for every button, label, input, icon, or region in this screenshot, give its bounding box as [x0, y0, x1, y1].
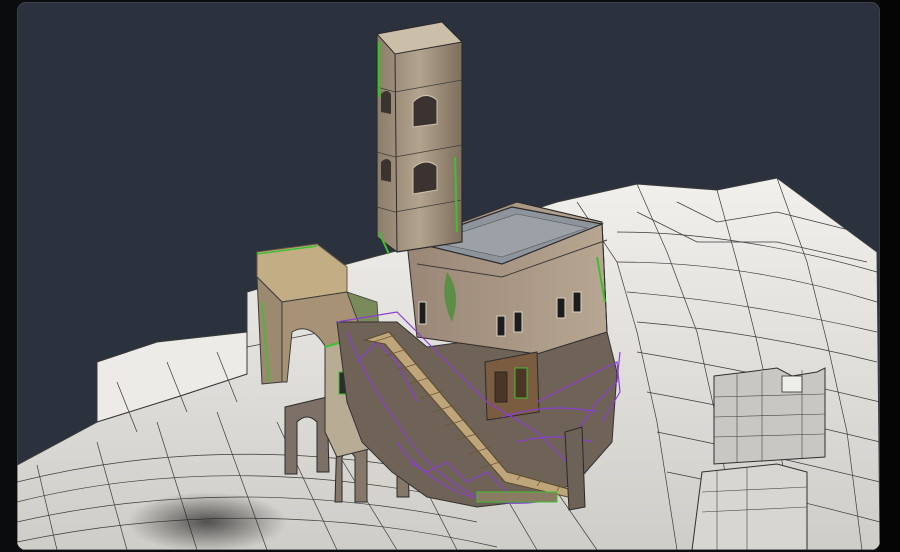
app-frame — [0, 0, 900, 552]
bell-tower[interactable] — [376, 21, 464, 255]
3d-viewport[interactable] — [17, 2, 880, 550]
window-edge — [880, 0, 900, 552]
scene-render[interactable] — [17, 2, 880, 550]
